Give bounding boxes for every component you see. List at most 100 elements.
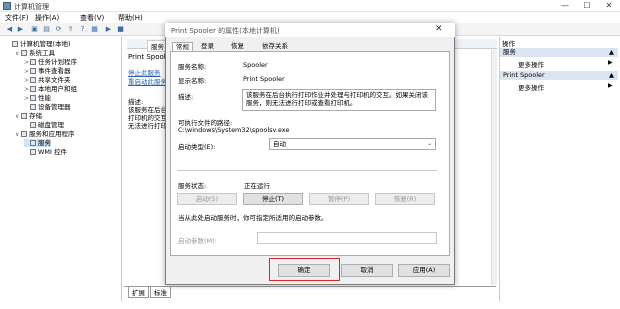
show-tree-icon[interactable]: ▤: [42, 25, 51, 34]
startup-type-value: 自动: [273, 140, 286, 148]
tree-node-icon: [21, 50, 27, 56]
tree-item[interactable]: 磁盘管理: [24, 121, 64, 129]
close-window-button[interactable]: ✕: [598, 0, 620, 12]
tree-item-label: 服务和应用程序: [29, 130, 75, 138]
tree-node-icon: [30, 86, 36, 92]
tree-item-label: 计算机管理(本地): [20, 40, 71, 48]
minimize-button[interactable]: —: [554, 0, 576, 12]
tree-item-label: 磁盘管理: [38, 121, 64, 129]
navigation-tree: 计算机管理(本地) ∨ 系统工具 > 任务计划程序 > 事件查看器 > 共享文件夹 > 本地用户和组…: [0, 37, 122, 301]
service-status-value: 正在运行: [244, 182, 270, 190]
tree-item-label: 事件查看器: [38, 67, 71, 75]
back-icon[interactable]: ◀: [5, 25, 14, 34]
tab-dependencies[interactable]: 依存关系: [259, 42, 291, 51]
service-name-value: Spooler: [243, 61, 268, 69]
vertical-scrollbar[interactable]: [491, 49, 497, 285]
menu-help[interactable]: 帮助(H): [118, 13, 143, 23]
start-button[interactable]: 启动(S): [177, 193, 237, 205]
cancel-button[interactable]: 取消: [341, 264, 393, 277]
tree-item-label: 性能: [38, 94, 51, 102]
tree-item[interactable]: ∨ 系统工具: [15, 49, 55, 58]
menu-file[interactable]: 文件(F): [5, 13, 29, 23]
tree-item[interactable]: 计算机管理(本地): [6, 40, 71, 48]
tree-node-icon: [30, 95, 36, 101]
start-params-input[interactable]: [257, 232, 437, 244]
tree-node-icon: [30, 149, 36, 155]
window-title: 计算机管理: [14, 3, 49, 11]
computer-management-icon: [3, 2, 11, 10]
restart-service-link[interactable]: 重启动此服务: [128, 76, 167, 86]
tree-item[interactable]: > 任务计划程序: [24, 58, 77, 67]
collapse-icon[interactable]: ▲: [609, 48, 614, 57]
tree-item-label: 任务计划程序: [38, 58, 77, 66]
start-params-hint: 当从此处启动服务时，你可指定所适用的启动参数。: [178, 214, 328, 222]
actions-section-services[interactable]: 服务 ▲: [500, 48, 618, 57]
tree-item-label: 服务: [38, 139, 51, 147]
description-label: 描述:: [178, 93, 194, 101]
actions-section-label: 服务: [503, 48, 516, 56]
startup-type-select[interactable]: 自动 ⌄: [269, 138, 436, 150]
menu-action[interactable]: 操作(A): [35, 13, 59, 23]
stop-button[interactable]: 停止(T): [243, 193, 303, 205]
startup-type-label: 启动类型(E):: [178, 143, 216, 151]
refresh-icon[interactable]: ⟳: [54, 25, 63, 34]
tree-node-icon: [12, 41, 18, 47]
tree-item[interactable]: ∨ 存储: [15, 112, 42, 121]
tree-item[interactable]: ∨ 服务和应用程序: [15, 130, 75, 139]
dialog-content: [170, 51, 450, 256]
view-tabs: 扩展 标准: [124, 286, 496, 298]
tree-item[interactable]: > 性能: [24, 94, 51, 103]
service-name-label: 服务名称:: [178, 63, 207, 71]
menu-bar: 文件(F) 操作(A) 查看(V) 帮助(H): [0, 12, 620, 23]
tree-item[interactable]: 服务: [24, 139, 51, 147]
tab-standard[interactable]: 标准: [150, 287, 171, 298]
more-actions-item[interactable]: 更多操作: [518, 82, 544, 92]
description-line: 无法进行打印: [128, 122, 167, 130]
tree-node-icon: [21, 113, 27, 119]
actions-section-label: Print Spooler: [503, 71, 545, 79]
tree-item[interactable]: > 本地用户和组: [24, 85, 77, 94]
tab-recovery[interactable]: 恢复: [228, 42, 247, 51]
maximize-button[interactable]: ☐: [576, 0, 598, 12]
tree-node-icon: [30, 122, 36, 128]
actions-section-print-spooler[interactable]: Print Spooler ▲: [500, 71, 618, 80]
help-icon[interactable]: ?: [78, 25, 87, 34]
dialog-close-button[interactable]: ✕: [435, 24, 443, 34]
tree-item[interactable]: 设备管理器: [24, 103, 71, 111]
tab-extended[interactable]: 扩展: [128, 287, 149, 298]
dialog-title: Print Spooler 的属性(本地计算机): [171, 27, 280, 35]
chevron-down-icon: ⌄: [426, 140, 432, 147]
forward-icon[interactable]: ▶: [16, 25, 25, 34]
resume-button[interactable]: 恢复(R): [375, 193, 435, 205]
description-textbox[interactable]: 该服务在后台执行打印作业并处理与打印机的交互。如果关闭该服务，则无法进行打印或查…: [242, 89, 436, 111]
tree-item[interactable]: > 事件查看器: [24, 67, 71, 76]
tree-node-icon: [30, 104, 36, 110]
export-icon[interactable]: ⇪: [66, 25, 75, 34]
tree-item-label: 系统工具: [29, 49, 55, 57]
pause-button[interactable]: 暂停(P): [309, 193, 369, 205]
tree-item[interactable]: WMI 控件: [24, 148, 67, 156]
tree-node-icon: [30, 68, 36, 74]
menu-view[interactable]: 查看(V): [80, 13, 104, 23]
start-service-icon[interactable]: ▶: [104, 25, 113, 34]
stop-service-icon[interactable]: ■: [116, 25, 125, 34]
tab-logon[interactable]: 登录: [198, 42, 217, 51]
properties-icon[interactable]: ▦: [90, 25, 99, 34]
tree-item-label: 本地用户和组: [38, 85, 77, 93]
display-name-label: 显示名称:: [178, 77, 207, 85]
dialog-titlebar: Print Spooler 的属性(本地计算机) ✕: [165, 23, 455, 37]
tree-item[interactable]: > 共享文件夹: [24, 76, 71, 85]
more-actions-item[interactable]: 更多操作: [518, 59, 544, 69]
window-titlebar: 计算机管理 — ☐ ✕: [0, 0, 620, 12]
collapse-icon[interactable]: ▲: [609, 71, 614, 80]
submenu-arrow-icon: ▶: [608, 59, 613, 66]
submenu-arrow-icon: ▶: [608, 82, 613, 89]
start-params-label: 启动参数(M):: [178, 237, 217, 245]
tree-node-icon: [30, 59, 36, 65]
tree-node-icon: [30, 77, 36, 83]
executable-path-value: C:\windows\System32\spoolsv.exe: [178, 126, 290, 134]
up-folder-icon[interactable]: ▣: [30, 25, 39, 34]
display-name-value: Print Spooler: [243, 75, 285, 83]
apply-button[interactable]: 应用(A): [398, 264, 450, 277]
tree-item-label: 设备管理器: [38, 103, 71, 111]
